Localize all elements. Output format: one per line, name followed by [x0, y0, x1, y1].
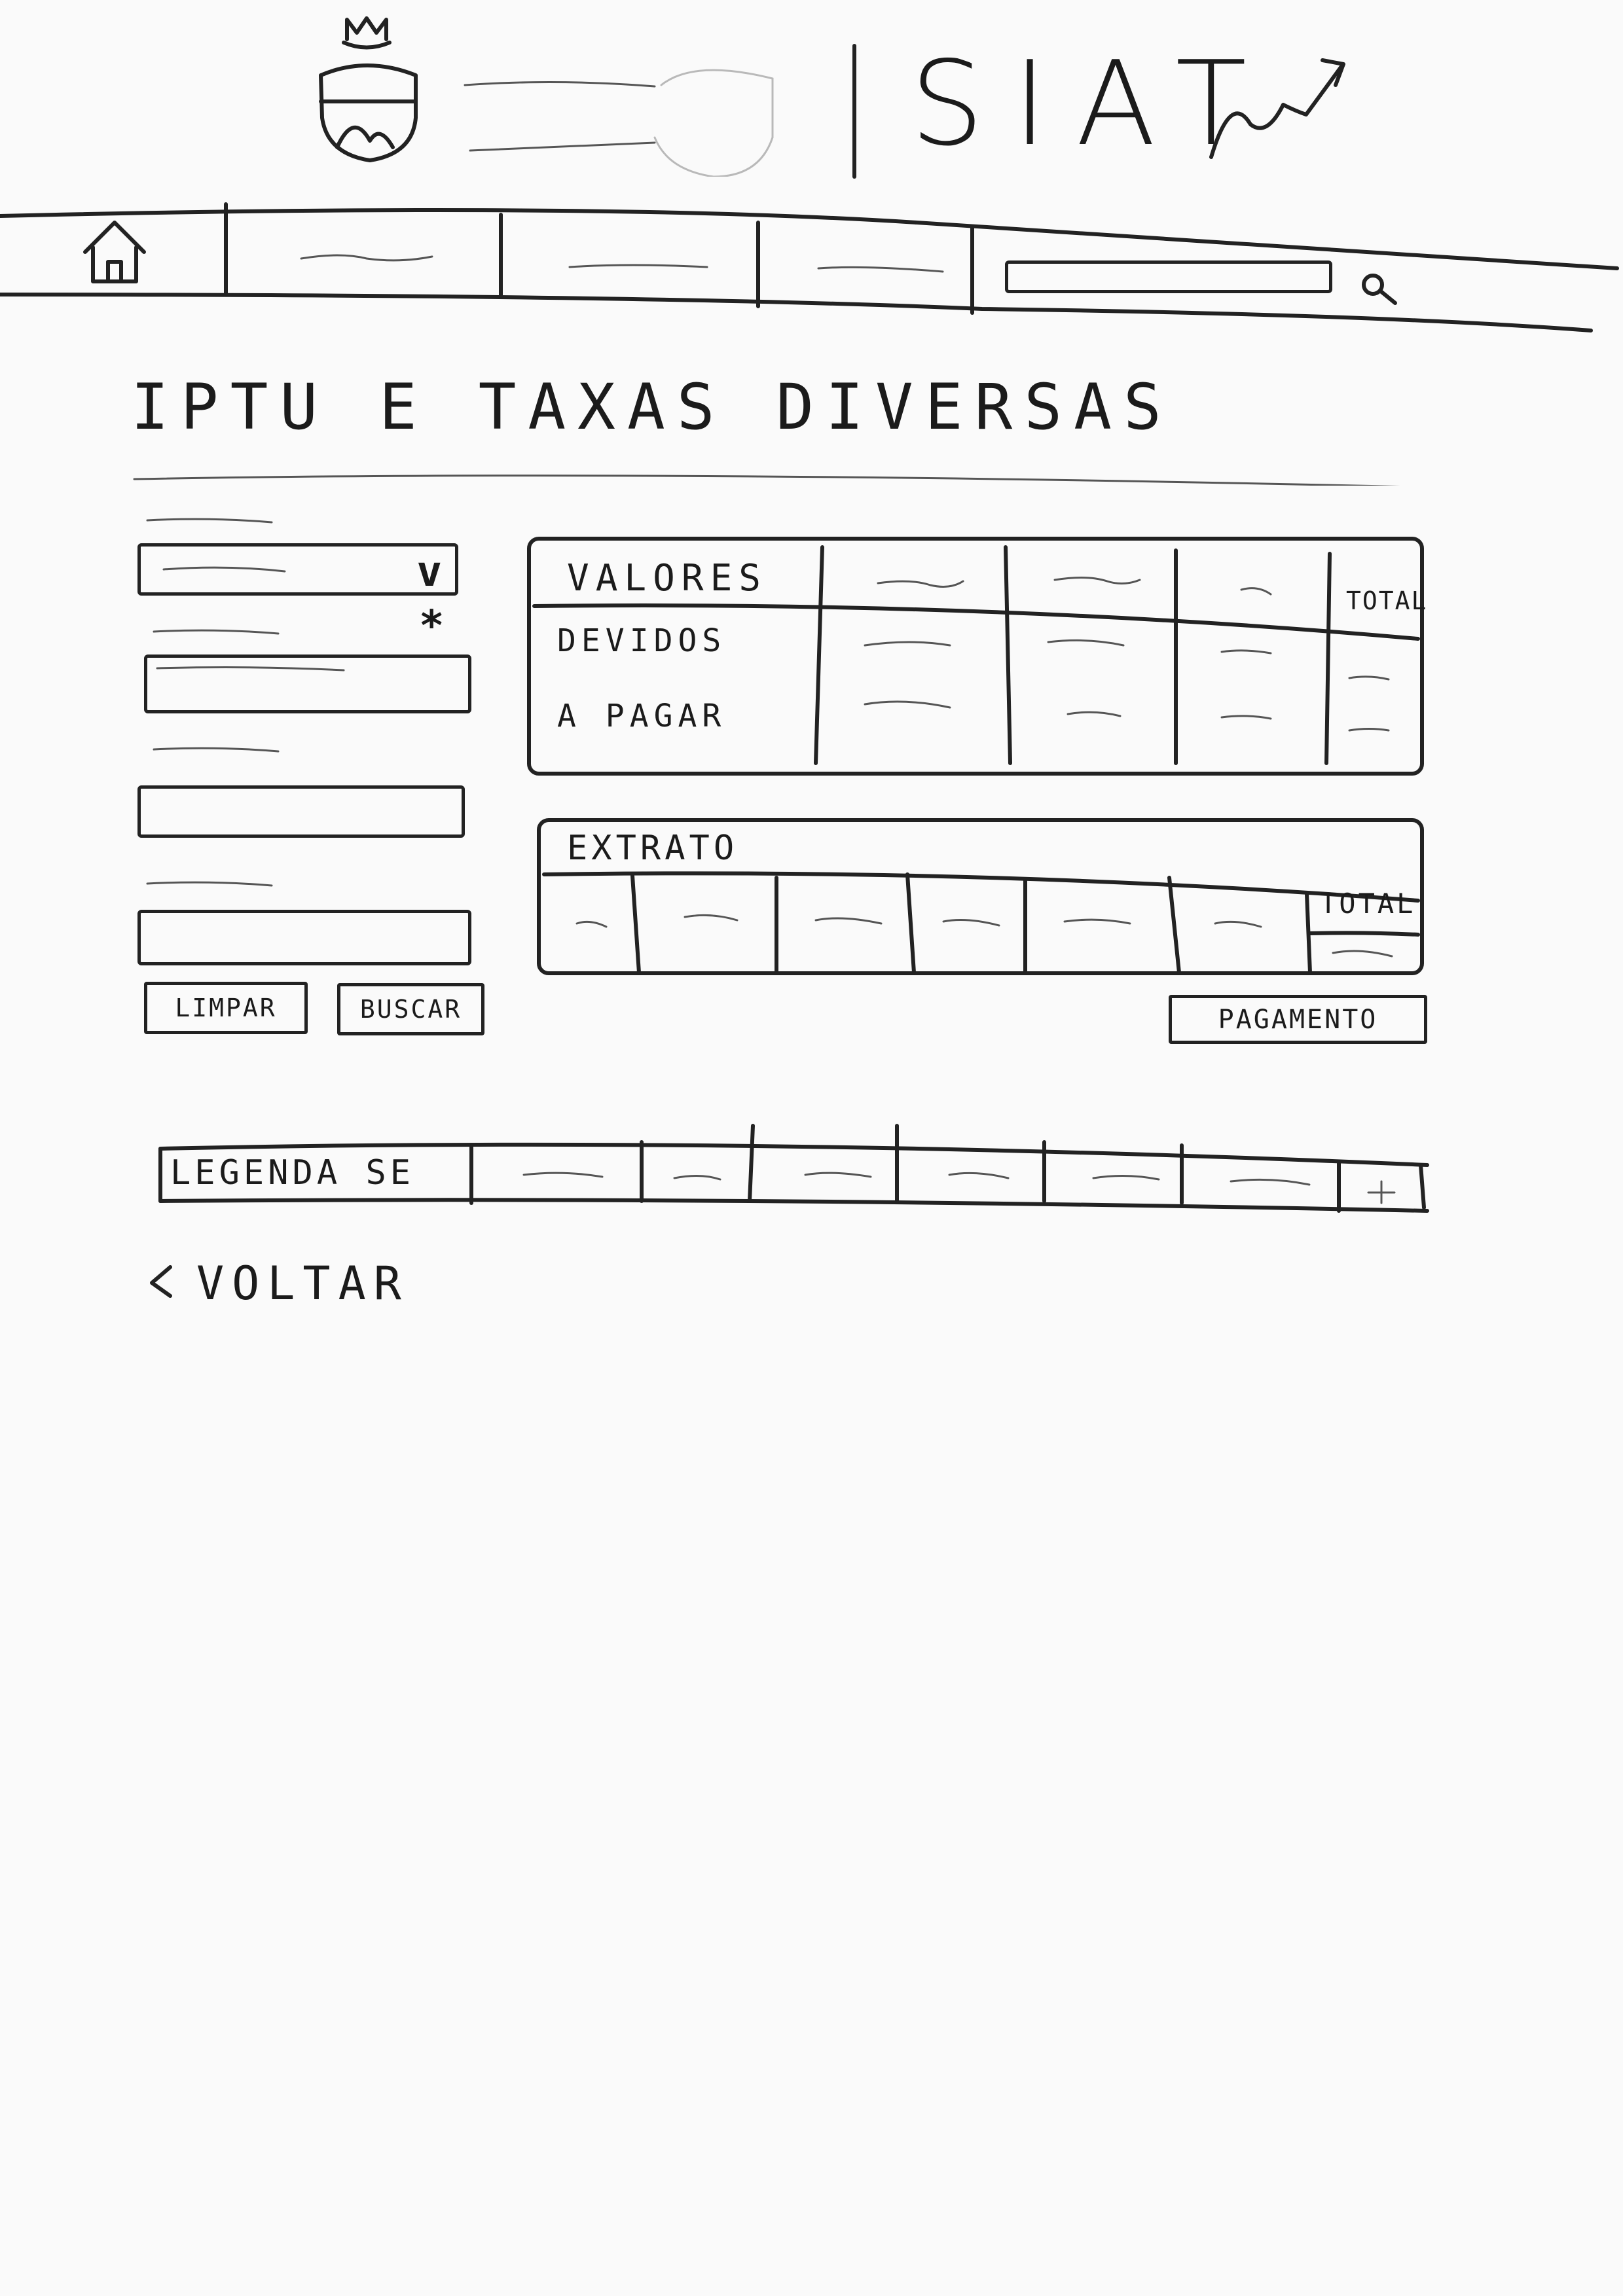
statement-total-label: TOTAL [1320, 888, 1416, 920]
field-label-2 [153, 629, 280, 635]
chevron-down-icon: v [416, 548, 442, 596]
values-total-label: TOTAL [1346, 586, 1428, 615]
trend-up-arrow-icon [1209, 58, 1345, 159]
input-field-1[interactable] [144, 655, 471, 713]
type-select[interactable]: v [137, 543, 458, 596]
title-underline [133, 475, 1400, 486]
field-label-3 [153, 747, 280, 753]
payment-button[interactable]: PAGAMENTO [1169, 995, 1427, 1044]
search-input[interactable] [1005, 260, 1332, 293]
app-header: SIAT [0, 0, 1623, 190]
nav-item-1[interactable] [236, 223, 498, 288]
back-link[interactable]: VOLTAR [144, 1250, 471, 1316]
values-header-label: VALORES [567, 557, 768, 600]
back-label: VOLTAR [196, 1257, 409, 1310]
values-row-label-due: DEVIDOS [557, 622, 727, 659]
values-row-label-to-pay: A PAGAR [557, 698, 727, 734]
input-field-2[interactable] [137, 785, 465, 838]
statement-title: EXTRATO [567, 829, 739, 868]
input-field-3[interactable] [137, 910, 471, 965]
field-label-1 [146, 518, 273, 524]
legend-bar: LEGENDA SE [157, 1119, 1440, 1224]
nav-item-3[interactable] [766, 232, 969, 298]
chevron-left-icon [150, 1265, 172, 1298]
main-nav [0, 196, 1623, 334]
search-button[interactable]: BUSCAR [337, 983, 484, 1035]
page-title: IPTU E TAXAS DIVERSAS [131, 370, 1173, 444]
statement-table: EXTRATO TOTAL [537, 818, 1424, 975]
nav-item-2[interactable] [511, 229, 753, 295]
values-table: VALORES TOTAL DEVIDOS A PAGAR [527, 537, 1428, 776]
logotype-lines [464, 69, 774, 177]
required-marker: * [419, 602, 445, 651]
legend-label: LEGENDA SE [170, 1153, 415, 1193]
field-label-4 [146, 881, 273, 887]
search-form: v * LIMPAR BUSCAR [131, 511, 498, 1047]
municipal-crest-icon [319, 16, 418, 162]
search-icon[interactable] [1352, 265, 1404, 311]
home-icon[interactable] [79, 216, 151, 288]
header-divider [852, 44, 856, 179]
clear-button[interactable]: LIMPAR [144, 982, 308, 1034]
